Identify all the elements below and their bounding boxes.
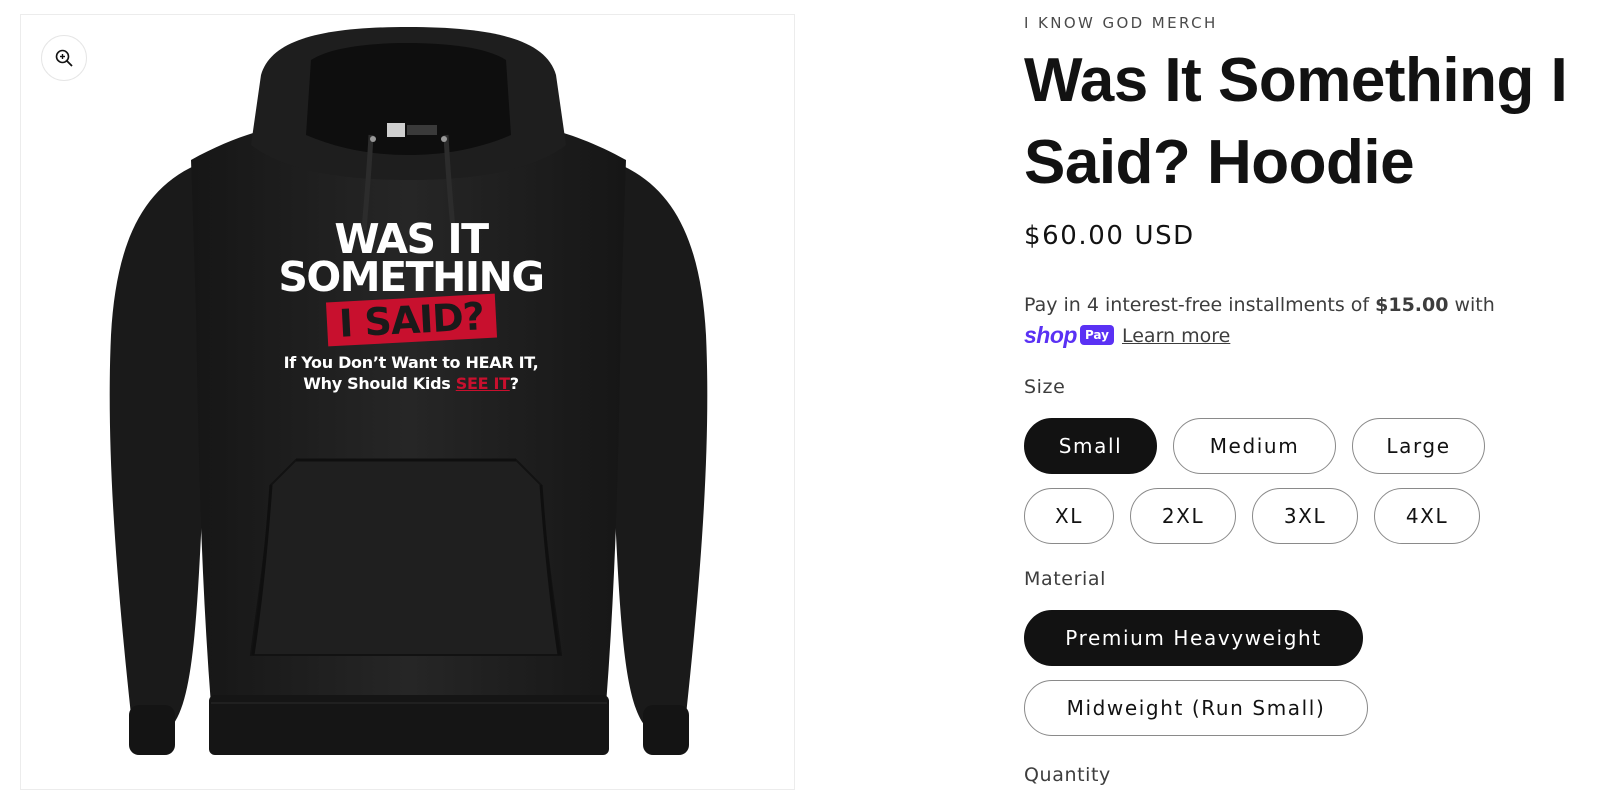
shop-pay-word: shop <box>1024 321 1077 348</box>
quantity-label: Quantity <box>1024 764 1111 786</box>
installments-amount: $15.00 <box>1375 294 1449 316</box>
size-option-medium[interactable]: Medium <box>1173 418 1336 474</box>
shop-pay-installments: Pay in 4 interest-free installments of $… <box>1024 290 1584 352</box>
size-option-large[interactable]: Large <box>1352 418 1485 474</box>
hoodie-image <box>109 27 708 755</box>
installments-prefix: Pay in 4 interest-free installments of <box>1024 294 1376 316</box>
zoom-button[interactable] <box>41 35 87 81</box>
material-label: Material <box>1024 568 1106 590</box>
size-option-xl[interactable]: XL <box>1024 488 1114 544</box>
size-option-small[interactable]: Small <box>1024 418 1157 474</box>
product-price: $60.00 USD <box>1024 221 1195 251</box>
product-vendor: I KNOW GOD MERCH <box>1024 14 1218 32</box>
shop-pay-logo-icon: shop Pay <box>1024 320 1114 351</box>
size-option-2xl[interactable]: 2XL <box>1130 488 1236 544</box>
shop-pay-badge: Pay <box>1079 325 1114 345</box>
learn-more-link[interactable]: Learn more <box>1122 325 1230 347</box>
print-subline-2-prefix: Why Should Kids <box>303 374 456 393</box>
print-subline-2-suffix: ? <box>509 374 519 393</box>
size-option-3xl[interactable]: 3XL <box>1252 488 1358 544</box>
print-subline-1: If You Don’t Want to HEAR IT, <box>283 353 539 372</box>
print-subline-2-red: SEE IT <box>455 374 510 393</box>
material-option-premium-heavyweight[interactable]: Premium Heavyweight <box>1024 610 1363 666</box>
product-media: WAS IT SOMETHING I SAID? If You Don’t Wa… <box>20 14 795 790</box>
material-option-midweight[interactable]: Midweight (Run Small) <box>1024 680 1368 736</box>
print-subline-2: Why Should Kids SEE IT? <box>211 373 611 394</box>
product-title: Was It Something I Said? Hoodie <box>1024 46 1568 197</box>
zoom-in-icon <box>55 49 73 67</box>
size-option-4xl[interactable]: 4XL <box>1374 488 1480 544</box>
installments-suffix: with <box>1448 294 1495 316</box>
hoodie-print: WAS IT SOMETHING I SAID? If You Don’t Wa… <box>211 219 611 394</box>
print-line-2: SOMETHING <box>278 253 545 301</box>
size-label: Size <box>1024 376 1066 398</box>
print-line-3: I SAID? <box>325 293 497 347</box>
